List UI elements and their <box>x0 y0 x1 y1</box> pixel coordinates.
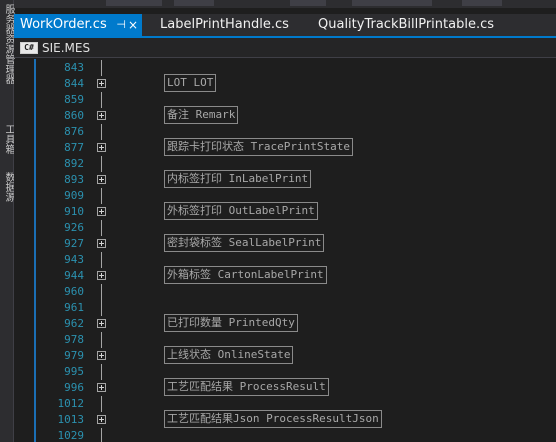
collapsed-region[interactable]: 内标签打印 InLabelPrint <box>164 170 312 188</box>
server-explorer-tab[interactable]: 服务器资源管理器 <box>1 4 14 84</box>
collapsed-region[interactable]: LOT LOT <box>164 74 217 92</box>
line-number: 960 <box>64 285 84 298</box>
collapsed-region[interactable]: 工艺匹配结果Json ProcessResultJson <box>164 410 382 428</box>
code-editor[interactable]: 843 844 LOT LOT 859 860 备注 Remark 876 877 跟踪卡打印状… <box>14 59 556 442</box>
toolbar-item <box>106 0 162 6</box>
code-line[interactable]: 960 <box>14 284 556 300</box>
line-number: 996 <box>64 381 84 394</box>
line-number: 1013 <box>57 413 85 426</box>
line-number: 927 <box>64 237 84 250</box>
line-number: 978 <box>64 333 84 346</box>
expand-region-icon[interactable] <box>97 143 106 152</box>
toolbar-remnant <box>14 0 556 8</box>
line-number: 876 <box>64 125 84 138</box>
project-dropdown-label[interactable]: SIE.MES <box>42 40 90 56</box>
expand-region-icon[interactable] <box>97 271 106 280</box>
collapsed-region[interactable]: 备注 Remark <box>164 106 239 124</box>
outline-guide-line <box>101 300 102 316</box>
expand-region-icon[interactable] <box>97 111 106 120</box>
line-number: 995 <box>64 365 84 378</box>
expand-region-icon[interactable] <box>97 239 106 248</box>
document-tab-bar: WorkOrder.cs ⊣ × LabelPrintHandle.cs Qua… <box>14 14 556 38</box>
code-line[interactable]: 996 工艺匹配结果 ProcessResult <box>14 378 556 396</box>
collapsed-region[interactable]: 已打印数量 PrintedQty <box>164 314 298 332</box>
pin-icon[interactable]: ⊣ <box>116 14 126 36</box>
collapsed-region[interactable]: 外箱标签 CartonLabelPrint <box>164 266 327 284</box>
expand-region-icon[interactable] <box>97 383 106 392</box>
collapsed-region[interactable]: 工艺匹配结果 ProcessResult <box>164 378 329 396</box>
expand-region-icon[interactable] <box>97 79 106 88</box>
outline-guide-line <box>101 156 102 172</box>
outline-guide-line <box>101 60 102 76</box>
line-number: 1029 <box>57 429 85 442</box>
tab-label: WorkOrder.cs <box>20 17 107 32</box>
side-tool-strip: 服务器资源管理器 工具箱 数据源 <box>0 0 14 442</box>
line-number: 961 <box>64 301 84 314</box>
expand-region-icon[interactable] <box>97 415 106 424</box>
expand-region-icon[interactable] <box>97 351 106 360</box>
line-number: 962 <box>64 317 84 330</box>
outline-guide-line <box>101 396 102 412</box>
expand-region-icon[interactable] <box>97 175 106 184</box>
line-number: 892 <box>64 157 84 170</box>
toolbar-item <box>352 0 432 6</box>
code-line[interactable]: 944 外箱标签 CartonLabelPrint <box>14 266 556 284</box>
line-number: 893 <box>64 173 84 186</box>
data-sources-tab[interactable]: 数据源 <box>1 172 14 202</box>
line-number: 944 <box>64 269 84 282</box>
project-navigation-bar[interactable]: C# SIE.MES <box>14 38 556 58</box>
toolbox-tab[interactable]: 工具箱 <box>1 124 14 154</box>
toolbar-item <box>290 0 326 6</box>
tab-labelprinthandle[interactable]: LabelPrintHandle.cs <box>154 14 300 36</box>
outline-guide-line <box>101 124 102 140</box>
collapsed-region[interactable]: 密封袋标签 SealLabelPrint <box>164 234 325 252</box>
code-line[interactable]: 910 外标签打印 OutLabelPrint <box>14 202 556 220</box>
code-line[interactable]: 843 <box>14 60 556 76</box>
outline-guide-line <box>101 220 102 236</box>
code-line[interactable]: 844 LOT LOT <box>14 74 556 92</box>
outline-guide-line <box>101 332 102 348</box>
expand-region-icon[interactable] <box>97 319 106 328</box>
line-number: 910 <box>64 205 84 218</box>
line-number: 843 <box>64 61 84 74</box>
code-line[interactable]: 1013 工艺匹配结果Json ProcessResultJson <box>14 410 556 428</box>
collapsed-region[interactable]: 外标签打印 OutLabelPrint <box>164 202 318 220</box>
csharp-project-icon: C# <box>20 42 38 54</box>
collapsed-region[interactable]: 上线状态 OnlineState <box>164 346 294 364</box>
code-line[interactable]: 860 备注 Remark <box>14 106 556 124</box>
outline-guide-line <box>101 92 102 108</box>
tab-label: QualityTrackBillPrintable.cs <box>318 17 495 32</box>
line-number: 979 <box>64 349 84 362</box>
line-number: 909 <box>64 189 84 202</box>
outline-guide-line <box>101 364 102 380</box>
line-number: 844 <box>64 77 84 90</box>
code-line[interactable]: 859 <box>14 92 556 108</box>
outline-guide-line <box>101 284 102 300</box>
line-number: 859 <box>64 93 84 106</box>
toolbar-item <box>174 0 214 6</box>
code-line[interactable]: 1029 <box>14 428 556 442</box>
outline-guide-line <box>101 188 102 204</box>
line-number: 943 <box>64 253 84 266</box>
code-line[interactable]: 877 跟踪卡打印状态 TracePrintState <box>14 138 556 156</box>
line-number: 926 <box>64 221 84 234</box>
code-line[interactable]: 979 上线状态 OnlineState <box>14 346 556 364</box>
line-number: 877 <box>64 141 84 154</box>
expand-region-icon[interactable] <box>97 207 106 216</box>
tab-qualitytrackbillprintable[interactable]: QualityTrackBillPrintable.cs <box>312 14 556 36</box>
code-line[interactable]: 893 内标签打印 InLabelPrint <box>14 170 556 188</box>
outline-guide-line <box>101 252 102 268</box>
tab-workorder[interactable]: WorkOrder.cs ⊣ × <box>14 14 142 36</box>
code-line[interactable]: 927 密封袋标签 SealLabelPrint <box>14 234 556 252</box>
close-icon[interactable]: × <box>128 14 138 36</box>
line-number: 860 <box>64 109 84 122</box>
collapsed-region[interactable]: 跟踪卡打印状态 TracePrintState <box>164 138 353 156</box>
tab-label: LabelPrintHandle.cs <box>160 17 289 32</box>
code-line[interactable]: 962 已打印数量 PrintedQty <box>14 314 556 332</box>
outline-guide-line <box>101 428 102 442</box>
line-number: 1012 <box>57 397 85 410</box>
toolbar-item <box>462 0 502 6</box>
